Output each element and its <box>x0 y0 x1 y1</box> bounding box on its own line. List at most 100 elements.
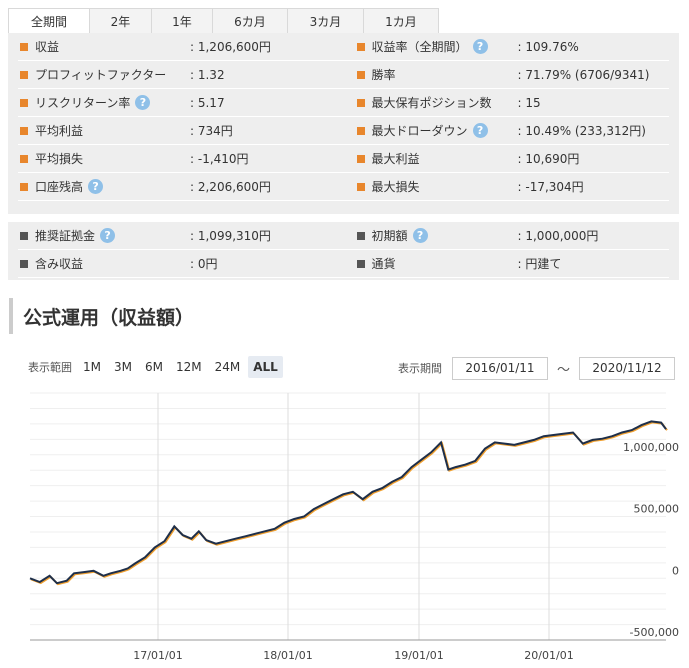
date-from-input[interactable]: 2016/01/11 <box>452 356 548 380</box>
help-icon[interactable]: ? <box>135 95 151 110</box>
stat-label: 勝率 <box>371 68 396 82</box>
bullet-square-icon <box>20 182 28 191</box>
section-header: 公式運用（収益額） <box>9 298 194 334</box>
bullet-square-icon <box>356 42 365 51</box>
bullet-square-icon <box>20 42 28 51</box>
tab-3-months[interactable]: 3カ月 <box>287 8 364 33</box>
help-icon[interactable]: ? <box>88 179 104 194</box>
stat-label: 最大保有ポジション数 <box>371 96 492 110</box>
bullet-square-icon <box>356 98 365 107</box>
x-tick-label: 20/01/01 <box>524 649 573 662</box>
stat-value: : 71.79% (6706/9341) <box>517 67 650 82</box>
stats-row: リスクリターン率? : 5.17 最大保有ポジション数 : 15 <box>18 89 669 117</box>
stat-label: 口座残高 <box>35 180 84 194</box>
help-icon[interactable]: ? <box>472 123 488 138</box>
tab-all-period[interactable]: 全期間 <box>8 8 90 34</box>
chart-grid <box>30 392 666 641</box>
stat-label: 通貨 <box>371 257 396 271</box>
range-button-3m[interactable]: 3M <box>109 356 137 378</box>
stat-label: 最大損失 <box>371 180 420 194</box>
stat-win-rate: 勝率 : 71.79% (6706/9341) <box>344 61 670 88</box>
range-button-all[interactable]: ALL <box>248 356 283 378</box>
stat-value: : -1,410円 <box>190 152 249 166</box>
stat-value: : 109.76% <box>517 39 579 54</box>
stat-value: : 1,099,310円 <box>190 229 271 243</box>
stat-unrealized-profit: 含み収益 : 0円 <box>18 250 344 277</box>
bullet-square-icon <box>20 154 28 163</box>
stat-value: : 734円 <box>190 124 233 138</box>
profit-chart: -500,000 0 500,000 1,000,000 17/01/01 18/01/… <box>29 392 680 662</box>
x-tick-label: 17/01/01 <box>133 649 182 662</box>
tab-2-years[interactable]: 2年 <box>89 8 152 33</box>
stat-value: : 10,690円 <box>517 152 580 166</box>
bullet-square-icon <box>356 154 365 163</box>
period-selector: 表示期間 2016/01/11 〜 2020/11/12 <box>398 356 676 380</box>
stat-recommended-margin: 推奨証拠金? : 1,099,310円 <box>18 222 344 249</box>
stat-label: 含み収益 <box>35 257 84 271</box>
range-button-12m[interactable]: 12M <box>171 356 207 378</box>
x-axis-labels: 17/01/01 18/01/01 19/01/01 20/01/01 <box>133 649 573 662</box>
stat-currency: 通貨 : 円建て <box>344 250 670 277</box>
y-tick-label: 500,000 <box>634 503 680 516</box>
x-tick-label: 19/01/01 <box>394 649 443 662</box>
stat-value: : 1,206,600円 <box>190 40 271 54</box>
stat-label: 初期額 <box>371 229 408 243</box>
help-icon[interactable]: ? <box>472 39 488 54</box>
stat-initial-amount: 初期額? : 1,000,000円 <box>344 222 670 249</box>
tab-6-months[interactable]: 6カ月 <box>212 8 288 33</box>
stat-value: : -17,304円 <box>517 180 584 194</box>
stat-label: 最大ドローダウン <box>371 124 468 138</box>
stat-label: 平均利益 <box>35 124 84 138</box>
stats-row: プロフィットファクター : 1.32 勝率 : 71.79% (6706/934… <box>18 61 669 89</box>
stat-value: : 0円 <box>190 257 218 271</box>
bullet-square-icon <box>356 182 365 191</box>
stats-row: 平均損失 : -1,410円 最大利益 : 10,690円 <box>18 145 669 173</box>
stat-label: 最大利益 <box>371 152 420 166</box>
stat-value: : 2,206,600円 <box>190 180 271 194</box>
bullet-square-icon <box>356 259 365 268</box>
bullet-square-icon <box>356 126 365 135</box>
stat-value: : 1.32 <box>190 67 225 82</box>
stat-max-drawdown: 最大ドローダウン? : 10.49% (233,312円) <box>344 117 670 144</box>
stat-value: : 15 <box>517 95 541 110</box>
bullet-square-icon <box>356 231 365 240</box>
stat-max-positions: 最大保有ポジション数 : 15 <box>344 89 670 116</box>
stat-value: : 円建て <box>517 257 562 271</box>
x-tick-label: 18/01/01 <box>263 649 312 662</box>
period-tabs: 全期間 2年 1年 6カ月 3カ月 1カ月 <box>8 8 439 34</box>
bullet-square-icon <box>20 231 28 240</box>
y-tick-label: 1,000,000 <box>623 441 679 454</box>
stat-label: 推奨証拠金 <box>35 229 96 243</box>
range-button-6m[interactable]: 6M <box>140 356 168 378</box>
account-panel: 推奨証拠金? : 1,099,310円 初期額? : 1,000,000円 含み… <box>8 222 679 280</box>
tab-1-year[interactable]: 1年 <box>151 8 213 33</box>
section-title: 公式運用（収益額） <box>23 306 195 329</box>
stats-panel: 収益 : 1,206,600円 収益率（全期間）? : 109.76% プロフィ… <box>8 33 679 214</box>
stat-label: プロフィットファクター <box>35 68 167 82</box>
y-tick-label: 0 <box>672 564 679 577</box>
account-row: 含み収益 : 0円 通貨 : 円建て <box>18 250 669 278</box>
stat-balance: 口座残高? : 2,206,600円 <box>18 173 344 200</box>
bullet-square-icon <box>356 70 365 79</box>
stat-label: リスクリターン率 <box>35 96 131 110</box>
help-icon[interactable]: ? <box>412 228 428 243</box>
range-selector: 表示範囲 1M 3M 6M 12M 24M ALL <box>28 356 286 378</box>
stats-row: 収益 : 1,206,600円 収益率（全期間）? : 109.76% <box>18 33 669 61</box>
tab-1-month[interactable]: 1カ月 <box>363 8 439 33</box>
date-to-input[interactable]: 2020/11/12 <box>579 356 676 380</box>
stat-label: 収益率（全期間） <box>371 40 468 54</box>
series-shadow-line <box>30 421 668 586</box>
bullet-square-icon <box>20 70 28 79</box>
help-icon[interactable]: ? <box>100 228 116 243</box>
period-label: 表示期間 <box>398 362 442 375</box>
stat-profit-factor: プロフィットファクター : 1.32 <box>18 61 344 88</box>
range-button-24m[interactable]: 24M <box>210 356 246 378</box>
bullet-square-icon <box>20 126 28 135</box>
date-separator: 〜 <box>557 362 571 378</box>
account-row: 推奨証拠金? : 1,099,310円 初期額? : 1,000,000円 <box>18 222 669 250</box>
stat-label: 収益 <box>35 40 60 54</box>
series-line <box>29 420 667 585</box>
stat-avg-profit: 平均利益 : 734円 <box>18 117 344 144</box>
stat-avg-loss: 平均損失 : -1,410円 <box>18 145 344 172</box>
range-button-1m[interactable]: 1M <box>78 356 106 378</box>
